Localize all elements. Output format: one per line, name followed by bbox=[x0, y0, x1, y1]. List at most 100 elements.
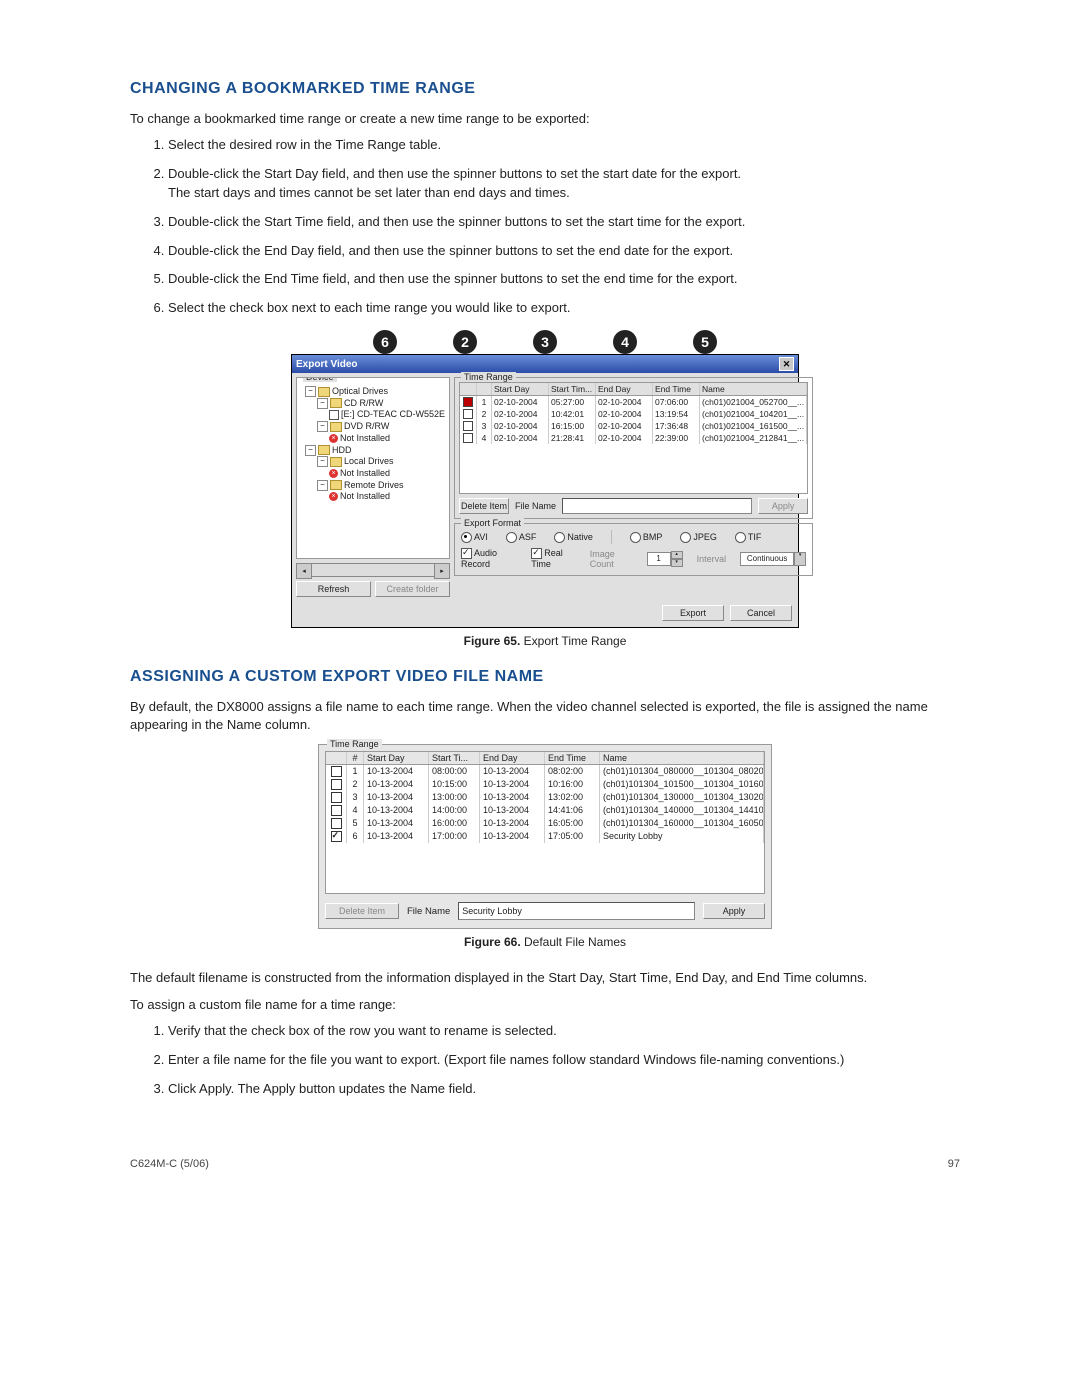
table-row[interactable]: 102-10-200405:27:0002-10-200407:06:00(ch… bbox=[460, 396, 807, 408]
delete-item-button[interactable]: Delete Item bbox=[459, 498, 509, 514]
footer-page-number: 97 bbox=[948, 1158, 960, 1170]
time-range-fieldset: Time Range Start Day Start Tim... End Da… bbox=[454, 377, 813, 519]
filename-input-66[interactable]: Security Lobby bbox=[458, 902, 695, 920]
radio-asf[interactable]: ASF bbox=[506, 532, 537, 543]
tree-hdd[interactable]: HDD bbox=[332, 445, 352, 455]
scroll-track[interactable] bbox=[312, 563, 434, 577]
footer-left: C624M-C (5/06) bbox=[130, 1158, 209, 1170]
row-checkbox[interactable] bbox=[331, 792, 342, 803]
s3-step1: Verify that the check box of the row you… bbox=[168, 1022, 960, 1041]
col66-end-time[interactable]: End Time bbox=[545, 752, 600, 764]
horiz-scrollbar[interactable]: ◂ ▸ bbox=[296, 563, 450, 577]
row-checkbox[interactable] bbox=[331, 818, 342, 829]
col66-start-time[interactable]: Start Ti... bbox=[429, 752, 480, 764]
tree-remote[interactable]: Remote Drives bbox=[344, 480, 404, 490]
heading-changing-range: CHANGING A BOOKMARKED TIME RANGE bbox=[130, 80, 960, 98]
export-button[interactable]: Export bbox=[662, 605, 724, 621]
s3-step2: Enter a file name for the file you want … bbox=[168, 1051, 960, 1070]
radio-native[interactable]: Native bbox=[554, 532, 593, 543]
tree-teac[interactable]: [E:] CD-TEAC CD-W552E bbox=[341, 409, 445, 419]
interval-label: Interval bbox=[697, 554, 727, 564]
step-5: Double-click the End Time field, and the… bbox=[168, 270, 960, 289]
table-row[interactable]: 202-10-200410:42:0102-10-200413:19:54(ch… bbox=[460, 408, 807, 420]
steps-list-1: Select the desired row in the Time Range… bbox=[130, 136, 960, 318]
step-6: Select the check box next to each time r… bbox=[168, 299, 960, 318]
radio-bmp[interactable]: BMP bbox=[630, 532, 663, 543]
table-row[interactable]: 210-13-200410:15:0010-13-200410:16:00(ch… bbox=[326, 778, 764, 791]
col-name[interactable]: Name bbox=[700, 383, 807, 395]
page-footer: C624M-C (5/06) 97 bbox=[130, 1158, 960, 1170]
time-range-panel-66: Time Range # Start Day Start Ti... End D… bbox=[318, 744, 772, 929]
col66-name[interactable]: Name bbox=[600, 752, 764, 764]
image-count-spinner[interactable]: 1 ▴▾ bbox=[647, 551, 683, 567]
create-folder-button[interactable]: Create folder bbox=[375, 581, 450, 597]
row-checkbox[interactable] bbox=[331, 766, 342, 777]
tree-optical[interactable]: Optical Drives bbox=[332, 386, 388, 396]
table-row[interactable]: 302-10-200416:15:0002-10-200417:36:48(ch… bbox=[460, 420, 807, 432]
real-time-checkbox[interactable]: Real Time bbox=[531, 548, 576, 569]
tree-dvdrw[interactable]: DVD R/RW bbox=[344, 421, 389, 431]
callout-4: 4 bbox=[613, 330, 637, 354]
filename-label-66: File Name bbox=[407, 906, 450, 917]
row-checkbox[interactable] bbox=[463, 409, 473, 419]
time-range-legend-66: Time Range bbox=[327, 739, 382, 749]
tree-cdrw[interactable]: CD R/RW bbox=[344, 398, 383, 408]
apply-button[interactable]: Apply bbox=[758, 498, 808, 514]
delete-item-button-66[interactable]: Delete Item bbox=[325, 903, 399, 919]
col66-end-day[interactable]: End Day bbox=[480, 752, 545, 764]
callout-2: 2 bbox=[453, 330, 477, 354]
time-range-table[interactable]: Start Day Start Tim... End Day End Time … bbox=[459, 382, 808, 494]
callout-6: 6 bbox=[373, 330, 397, 354]
time-range-table-66[interactable]: # Start Day Start Ti... End Day End Time… bbox=[325, 751, 765, 894]
table-row[interactable]: 410-13-200414:00:0010-13-200414:41:06(ch… bbox=[326, 804, 764, 817]
col-end-time[interactable]: End Time bbox=[653, 383, 700, 395]
step-2: Double-click the Start Day field, and th… bbox=[168, 165, 960, 203]
audio-record-checkbox[interactable]: Audio Record bbox=[461, 548, 517, 569]
export-format-fieldset: Export Format AVI ASF Native BMP JPEG TI… bbox=[454, 523, 813, 576]
tree-local[interactable]: Local Drives bbox=[344, 456, 394, 466]
callout-3: 3 bbox=[533, 330, 557, 354]
filename-label: File Name bbox=[515, 501, 556, 511]
dialog-titlebar[interactable]: Export Video ✕ bbox=[292, 355, 798, 373]
time-range-legend: Time Range bbox=[461, 372, 516, 382]
scroll-right-icon[interactable]: ▸ bbox=[434, 563, 450, 579]
scroll-left-icon[interactable]: ◂ bbox=[296, 563, 312, 579]
callout-row: 6 2 3 4 5 bbox=[130, 330, 960, 354]
apply-button-66[interactable]: Apply bbox=[703, 903, 765, 919]
col-end-day[interactable]: End Day bbox=[596, 383, 653, 395]
table-row[interactable]: 510-13-200416:00:0010-13-200416:05:00(ch… bbox=[326, 817, 764, 830]
row-checkbox[interactable] bbox=[331, 779, 342, 790]
figure-66-caption: Figure 66. Default File Names bbox=[130, 935, 960, 949]
section3-para1: The default filename is constructed from… bbox=[130, 969, 960, 987]
figure-65-caption: Figure 65. Export Time Range bbox=[130, 634, 960, 648]
step-1: Select the desired row in the Time Range… bbox=[168, 136, 960, 155]
radio-jpeg[interactable]: JPEG bbox=[680, 532, 717, 543]
radio-tif[interactable]: TIF bbox=[735, 532, 762, 543]
s3-step3: Click Apply. The Apply button updates th… bbox=[168, 1080, 960, 1099]
export-video-dialog: Export Video ✕ Device −Optical Drives −C… bbox=[291, 354, 799, 628]
table-row[interactable]: 402-10-200421:28:4102-10-200422:39:00(ch… bbox=[460, 432, 807, 444]
row-checkbox[interactable] bbox=[463, 421, 473, 431]
close-icon[interactable]: ✕ bbox=[779, 357, 794, 371]
radio-avi[interactable]: AVI bbox=[461, 532, 488, 543]
refresh-button[interactable]: Refresh bbox=[296, 581, 371, 597]
device-tree[interactable]: −Optical Drives −CD R/RW [E:] CD-TEAC CD… bbox=[301, 382, 445, 503]
table-row[interactable]: 610-13-200417:00:0010-13-200417:05:00Sec… bbox=[326, 830, 764, 843]
col-start-day[interactable]: Start Day bbox=[492, 383, 549, 395]
cancel-button[interactable]: Cancel bbox=[730, 605, 792, 621]
col66-hash[interactable]: # bbox=[347, 752, 364, 764]
col66-start-day[interactable]: Start Day bbox=[364, 752, 429, 764]
row-checkbox[interactable] bbox=[331, 805, 342, 816]
col-start-time[interactable]: Start Tim... bbox=[549, 383, 596, 395]
row-checkbox[interactable] bbox=[463, 433, 473, 443]
filename-input[interactable] bbox=[562, 498, 752, 514]
device-legend: Device bbox=[303, 377, 337, 382]
dialog-title: Export Video bbox=[296, 359, 358, 370]
table-row[interactable]: 310-13-200413:00:0010-13-200413:02:00(ch… bbox=[326, 791, 764, 804]
row-checkbox[interactable] bbox=[463, 397, 473, 407]
step-3: Double-click the Start Time field, and t… bbox=[168, 213, 960, 232]
row-checkbox[interactable] bbox=[331, 831, 342, 842]
table-row[interactable]: 110-13-200408:00:0010-13-200408:02:00(ch… bbox=[326, 765, 764, 778]
callout-5: 5 bbox=[693, 330, 717, 354]
interval-select[interactable]: Continuous ▾ bbox=[740, 552, 806, 566]
